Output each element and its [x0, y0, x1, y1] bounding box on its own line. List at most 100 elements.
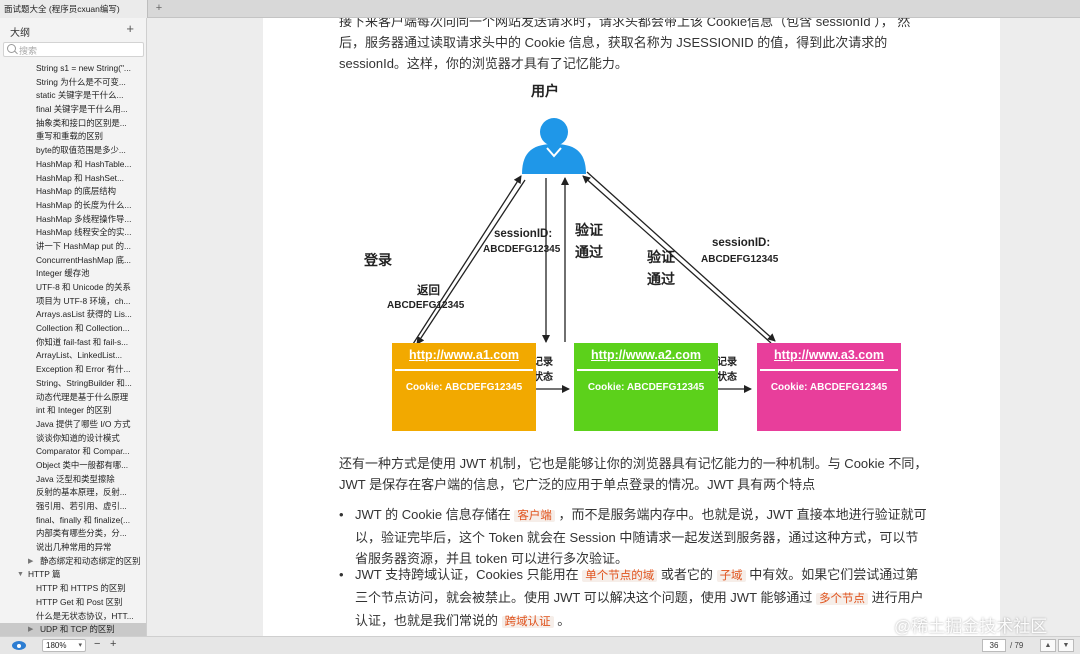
outline-item-label: static 关键字是干什么...: [36, 90, 124, 101]
outline-item[interactable]: HashMap 的长度为什么...: [0, 199, 146, 213]
outline-item-label: String 为什么是不可变...: [36, 76, 126, 87]
arrow-login: [412, 175, 522, 345]
outline-item[interactable]: Comparator 和 Compar...: [0, 445, 146, 459]
prev-page-button[interactable]: ▲: [1040, 639, 1056, 652]
outline-item-label: 说出几种常用的异常: [36, 542, 112, 553]
outline-item[interactable]: 什么是无状态协议，HTT...: [0, 610, 146, 624]
outline-item[interactable]: 项目为 UTF-8 环境，ch...: [0, 295, 146, 309]
next-page-button[interactable]: ▼: [1058, 639, 1074, 652]
outline-item-label: final 关键字是干什么用...: [36, 104, 128, 115]
outline-item[interactable]: 重写和重载的区别: [0, 130, 146, 144]
outline-item-label: HTTP 篇: [28, 569, 61, 580]
code-tag: 跨域认证: [501, 616, 554, 628]
outline-item[interactable]: 谈谈你知道的设计模式: [0, 432, 146, 446]
outline-item[interactable]: HashMap 的底层结构: [0, 185, 146, 199]
page-total: / 79: [1010, 641, 1024, 650]
outline-item[interactable]: UTF-8 和 Unicode 的关系: [0, 281, 146, 295]
outline-item-label: Java 提供了哪些 I/O 方式: [36, 418, 131, 429]
outline-item[interactable]: 内部类有哪些分类，分...: [0, 527, 146, 541]
outline-item[interactable]: Exception 和 Error 有什...: [0, 363, 146, 377]
outline-item-label: UTF-8 和 Unicode 的关系: [36, 282, 131, 292]
list-item: • JWT 的 Cookie 信息存储在 客户端 ，而不是服务端内存中。也就是说…: [339, 504, 929, 569]
sidebar-title: 大纲: [10, 28, 30, 39]
new-tab-button[interactable]: +: [152, 0, 166, 18]
outline-item[interactable]: String 为什么是不可变...: [0, 76, 146, 90]
outline-item[interactable]: ConcurrentHashMap 底...: [0, 254, 146, 268]
outline-item-label: int 和 Integer 的区别: [36, 405, 112, 416]
code-tag: 子域: [716, 570, 746, 582]
outline-item[interactable]: 讲一下 HashMap put 的...: [0, 240, 146, 254]
triangle-down-icon[interactable]: ▼: [17, 568, 24, 582]
zoom-out-button[interactable]: −: [94, 638, 100, 650]
outline-item-label: Object 类中一般都有哪...: [36, 459, 129, 470]
outline-item[interactable]: String、StringBuilder 和...: [0, 377, 146, 391]
page-number-input[interactable]: 36: [982, 639, 1006, 652]
site-url[interactable]: http://www.a2.com: [574, 348, 718, 362]
outline-item[interactable]: HashMap 和 HashSet...: [0, 172, 146, 186]
site-url[interactable]: http://www.a1.com: [392, 348, 536, 362]
outline-item[interactable]: final 关键字是干什么用...: [0, 103, 146, 117]
record-1a: 记录: [533, 357, 553, 368]
site-box-a1: http://www.a1.com Cookie: ABCDEFG12345: [392, 343, 536, 431]
search-placeholder: 搜索: [19, 46, 38, 56]
outline-item[interactable]: 你知道 fail-fast 和 fail-s...: [0, 336, 146, 350]
outline-item[interactable]: final、finally 和 finalize(...: [0, 514, 146, 528]
outline-item[interactable]: 抽象类和接口的区别是...: [0, 117, 146, 131]
outline-item[interactable]: ▼ HTTP 篇: [0, 568, 146, 582]
bullet-text: 或者它的: [660, 567, 713, 582]
outline-item[interactable]: HashMap 多线程操作导...: [0, 213, 146, 227]
outline-item-label: 静态绑定和动态绑定的区别: [40, 555, 141, 566]
eye-icon[interactable]: [12, 641, 26, 650]
bullet-dot: •: [339, 567, 344, 582]
outline-item-label: HashMap 和 HashSet...: [36, 172, 124, 183]
tab-document[interactable]: 面试题大全 (程序员cxuan编写): [0, 0, 148, 18]
outline-item-label: HashMap 线程安全的实...: [36, 227, 132, 238]
code-tag: 多个节点: [816, 593, 869, 605]
outline-item[interactable]: HashMap 线程安全的实...: [0, 226, 146, 240]
zoom-in-button[interactable]: +: [110, 638, 116, 650]
outline-item-label: final、finally 和 finalize(...: [36, 514, 131, 525]
search-input[interactable]: 搜索: [3, 42, 144, 57]
outline-item-label: byte的取值范围是多少...: [36, 145, 126, 156]
outline-item[interactable]: 反射的基本原理，反射...: [0, 486, 146, 500]
outline-item[interactable]: 强引用、若引用、虚引...: [0, 500, 146, 514]
outline-item[interactable]: byte的取值范围是多少...: [0, 144, 146, 158]
zoom-select[interactable]: 180% ▾: [42, 639, 86, 652]
outline-item[interactable]: ▶ UDP 和 TCP 的区别: [0, 623, 146, 636]
code-tag: 客户端: [514, 510, 555, 522]
outline-item[interactable]: HTTP 和 HTTPS 的区别: [0, 582, 146, 596]
outline-item-label: ArrayList、LinkedList...: [36, 350, 123, 361]
outline-item[interactable]: static 关键字是干什么...: [0, 89, 146, 103]
outline-item[interactable]: HTTP Get 和 Post 区别: [0, 596, 146, 610]
outline-item[interactable]: Java 泛型和类型擦除: [0, 473, 146, 487]
triangle-right-icon[interactable]: ▶: [28, 555, 33, 569]
outline-item-label: Collection 和 Collection...: [36, 323, 130, 334]
outline-item[interactable]: Integer 缓存池: [0, 267, 146, 281]
outline-item[interactable]: Java 提供了哪些 I/O 方式: [0, 418, 146, 432]
outline-item-label: 抽象类和接口的区别是...: [36, 117, 127, 128]
status-bar: 180% ▾ − + 36 / 79 ▲ ▼: [0, 636, 1080, 654]
outline-item[interactable]: ▶ 静态绑定和动态绑定的区别: [0, 555, 146, 569]
outline-item-label: Integer 缓存池: [36, 268, 90, 279]
outline-item-label: 讲一下 HashMap put 的...: [36, 240, 131, 251]
add-icon[interactable]: +: [126, 21, 134, 36]
outline-item-label: 谈谈你知道的设计模式: [36, 432, 120, 443]
site-url[interactable]: http://www.a3.com: [757, 348, 901, 362]
outline-item[interactable]: Collection 和 Collection...: [0, 322, 146, 336]
bullet-dot: •: [339, 507, 344, 522]
outline-item[interactable]: String s1 = new String("...: [0, 62, 146, 76]
outline-item-label: Exception 和 Error 有什...: [36, 364, 131, 375]
outline-item[interactable]: int 和 Integer 的区别: [0, 404, 146, 418]
outline-item[interactable]: ArrayList、LinkedList...: [0, 349, 146, 363]
user-label: 用户: [531, 83, 559, 99]
outline-item[interactable]: 说出几种常用的异常: [0, 541, 146, 555]
outline-list: String s1 = new String("... String 为什么是不可…: [0, 62, 146, 636]
outline-item[interactable]: 动态代理是基于什么原理: [0, 391, 146, 405]
outline-item[interactable]: Object 类中一般都有哪...: [0, 459, 146, 473]
outline-item[interactable]: Arrays.asList 获得的 Lis...: [0, 308, 146, 322]
outline-item-label: HashMap 的底层结构: [36, 186, 117, 197]
outline-item-label: HashMap 多线程操作导...: [36, 213, 132, 224]
outline-item[interactable]: HashMap 和 HashTable...: [0, 158, 146, 172]
box-divider: [760, 369, 898, 371]
triangle-right-icon[interactable]: ▶: [28, 623, 33, 636]
